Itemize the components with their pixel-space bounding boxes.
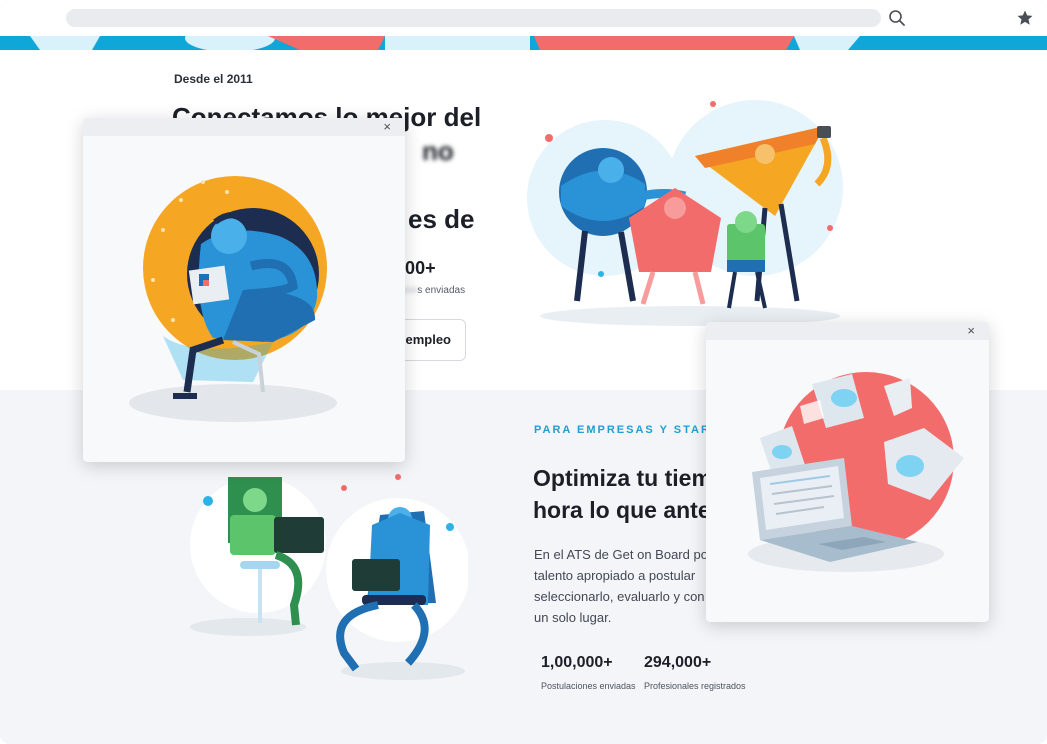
companies-kicker: PARA EMPRESAS Y STARTU	[534, 424, 730, 436]
stat-applications-label: Postulaciones enviadas	[541, 681, 636, 691]
hero-banner-stripe	[0, 36, 1047, 50]
hero-characters-illustration	[527, 100, 843, 326]
illustration-popup-reader: ×	[83, 118, 405, 462]
stat-professionals-value: 294,000+	[644, 654, 712, 671]
companies-illustration	[190, 474, 468, 680]
reader-illustration	[129, 176, 337, 422]
address-bar[interactable]	[66, 9, 881, 27]
stat-professionals-label: Profesionales registrados	[644, 681, 746, 691]
companies-paragraph: En el ATS de Get on Board po talento apr…	[534, 547, 708, 625]
close-icon[interactable]: ×	[967, 324, 975, 337]
close-icon[interactable]: ×	[383, 120, 391, 133]
stat-applications-value: 1,00,000+	[541, 654, 613, 671]
popup-header	[83, 118, 405, 136]
laptop-messages-illustration	[748, 372, 964, 572]
popup-header	[706, 322, 989, 340]
illustration-popup-laptop: ×	[706, 322, 989, 622]
since-label: Desde el 2011	[174, 72, 253, 86]
browser-window: Desde el 2011 Conectamos lo mejor del no…	[0, 0, 1047, 744]
star-icon[interactable]	[1016, 9, 1034, 27]
search-icon[interactable]	[888, 9, 906, 27]
browser-toolbar	[0, 0, 1047, 36]
